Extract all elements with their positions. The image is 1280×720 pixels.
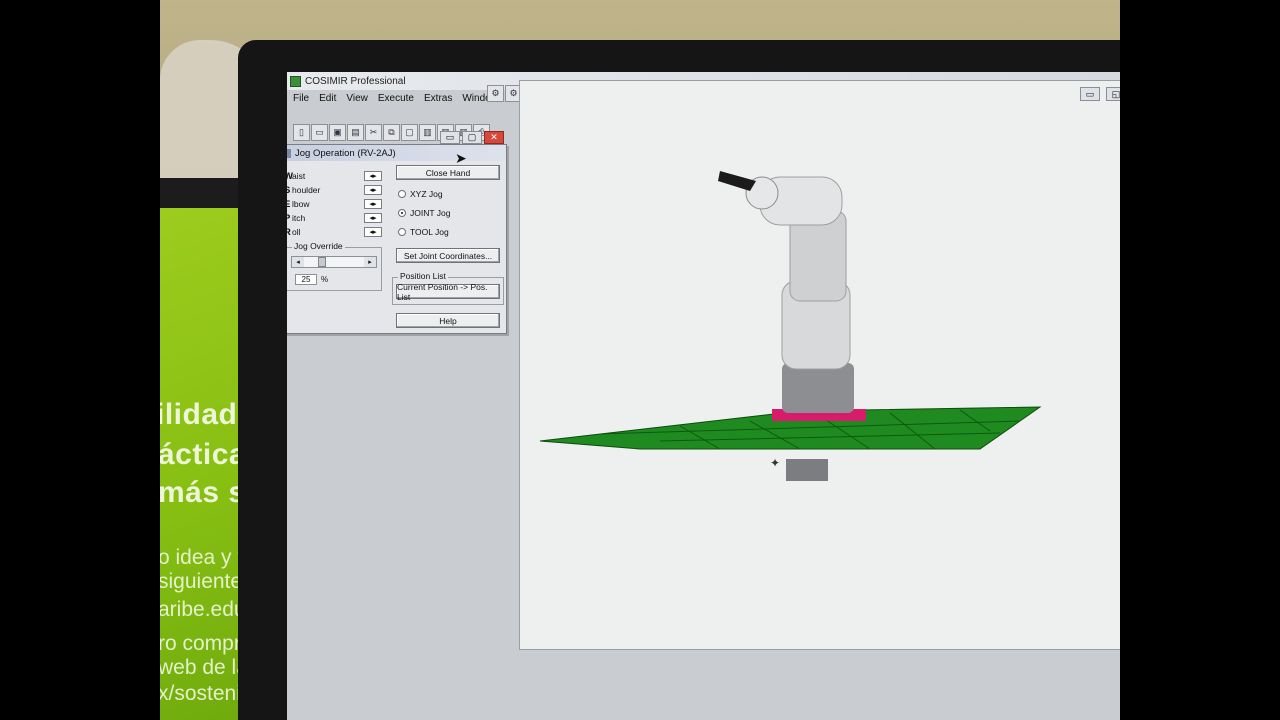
jog-window-controls: ▭ ▢ ✕ (440, 131, 504, 144)
help-button[interactable]: Help (396, 313, 500, 328)
jog-override-unit: % (321, 275, 329, 284)
radio-indicator (398, 228, 406, 236)
radio-label: TOOL Jog (410, 227, 449, 237)
axis-row-shoulder: S houlder ◂▸ (287, 183, 382, 197)
copy-icon[interactable]: ⧉ (383, 124, 400, 141)
workpiece-box (786, 459, 828, 481)
print-icon[interactable]: ▤ (347, 124, 364, 141)
menu-edit[interactable]: Edit (319, 93, 336, 104)
roll-jog-spinner[interactable]: ◂▸ (364, 227, 382, 237)
radio-indicator (398, 209, 406, 217)
photo-scene: ilidad te ácticas a más sost o idea y te… (160, 0, 1120, 720)
jog-operation-dialog: ▭ ▢ ✕ Jog Operation (RV-2AJ) W aist ◂▸ S (287, 131, 507, 334)
set-joint-coordinates-button[interactable]: Set Joint Coordinates... (396, 248, 500, 263)
axis-name: oll (292, 227, 301, 237)
open-icon[interactable]: ▭ (311, 124, 328, 141)
jog-titlebar: Jog Operation (RV-2AJ) (287, 145, 506, 161)
slider-thumb[interactable] (317, 257, 326, 267)
mouse-cursor-icon: ➤ (455, 150, 467, 166)
position-list-group: Position List Current Position -> Pos. L… (392, 271, 504, 305)
axis-name: lbow (292, 199, 310, 209)
elbow-jog-spinner[interactable]: ◂▸ (364, 199, 382, 209)
axis-row-waist: W aist ◂▸ (287, 169, 382, 183)
axis-name: itch (292, 213, 306, 223)
joint-jog-radio[interactable]: JOINT Jog (398, 208, 450, 218)
shoulder-jog-spinner[interactable]: ◂▸ (364, 185, 382, 195)
jog-minimize-button[interactable]: ▭ (440, 131, 460, 144)
slider-right-arrow-icon[interactable]: ▸ (364, 257, 376, 267)
origin-marker-icon: ✦ (770, 456, 780, 470)
axis-name: houlder (292, 185, 321, 195)
jog-override-value[interactable]: 25 (295, 274, 317, 285)
robot-gripper (718, 171, 756, 191)
robot-icon[interactable]: ⚙ (487, 84, 504, 102)
position-list-label: Position List (398, 271, 448, 281)
menu-file[interactable]: File (293, 93, 309, 104)
menu-execute[interactable]: Execute (378, 93, 414, 104)
cosimir-window: COSIMIR Professional File Edit View Exec… (287, 72, 1120, 720)
axis-row-roll: R oll ◂▸ (287, 225, 382, 239)
close-hand-button[interactable]: Close Hand (396, 165, 500, 180)
jog-override-label: Jog Override (292, 241, 345, 251)
app-title: COSIMIR Professional (305, 75, 406, 87)
radio-label: JOINT Jog (410, 208, 451, 218)
jog-override-slider[interactable]: ◂ ▸ (291, 256, 377, 268)
tool-jog-radio[interactable]: TOOL Jog (398, 227, 449, 237)
jog-maximize-button[interactable]: ▢ (462, 131, 482, 144)
menu-view[interactable]: View (346, 93, 368, 104)
jog-override-group: Jog Override ◂ ▸ 25 % (287, 241, 382, 291)
axis-list: W aist ◂▸ S houlder ◂▸ E lbow ◂▸ P itch … (287, 169, 382, 239)
current-position-to-list-button[interactable]: Current Position -> Pos. List (396, 282, 500, 302)
axis-row-elbow: E lbow ◂▸ (287, 197, 382, 211)
cut-icon[interactable]: ✂ (365, 124, 382, 141)
axis-name: aist (292, 171, 306, 181)
xyz-jog-radio[interactable]: XYZ Jog (398, 189, 443, 199)
radio-indicator (398, 190, 406, 198)
pitch-jog-spinner[interactable]: ◂▸ (364, 213, 382, 223)
menu-extras[interactable]: Extras (424, 93, 452, 104)
slider-left-arrow-icon[interactable]: ◂ (292, 257, 304, 267)
waist-jog-spinner[interactable]: ◂▸ (364, 171, 382, 181)
save-icon[interactable]: ▣ (329, 124, 346, 141)
axis-row-pitch: P itch ◂▸ (287, 211, 382, 225)
monitor-screen: COSIMIR Professional File Edit View Exec… (287, 72, 1120, 720)
radio-label: XYZ Jog (410, 189, 443, 199)
robot-base (782, 363, 854, 413)
document-icon[interactable]: ▥ (419, 124, 436, 141)
3d-viewport[interactable]: ▭ ◱ ✕ (519, 80, 1120, 650)
new-icon[interactable]: ▯ (293, 124, 310, 141)
cosimir-app-icon (290, 75, 301, 87)
jog-title: Jog Operation (RV-2AJ) (295, 147, 396, 159)
robot-scene: ✦ (539, 171, 1042, 481)
paste-icon[interactable]: ▢ (401, 124, 418, 141)
jog-close-button[interactable]: ✕ (484, 131, 504, 144)
dialog-icon (287, 148, 291, 158)
